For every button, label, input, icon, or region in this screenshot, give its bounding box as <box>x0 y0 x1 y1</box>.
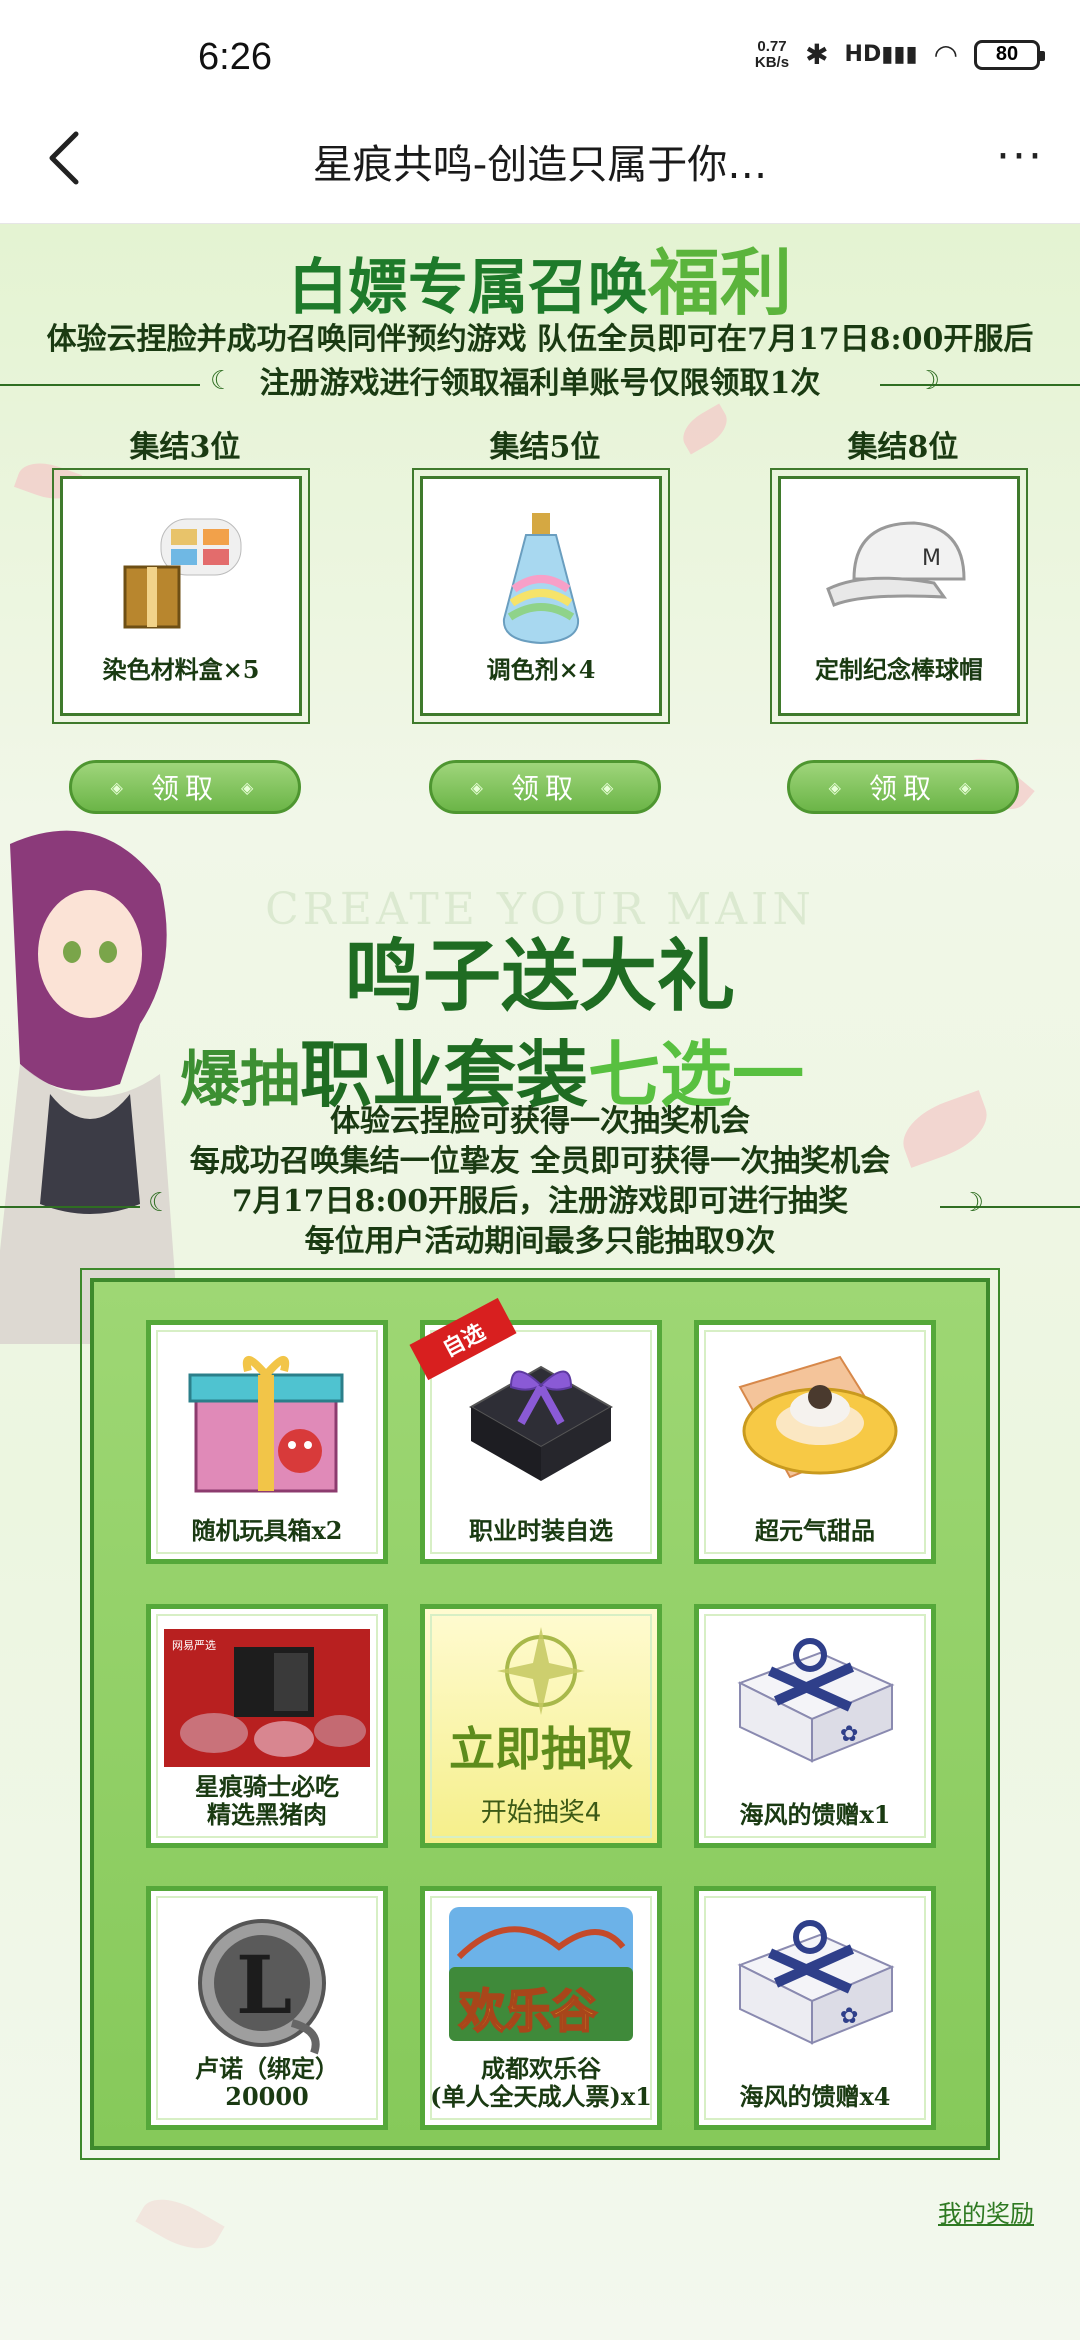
dye-bottle-icon <box>502 513 580 645</box>
moon-icon: ☾ <box>148 1188 172 1218</box>
svg-text:M: M <box>922 546 941 571</box>
wifi-icon: ◠ <box>933 38 958 71</box>
draw-now-button[interactable]: 立即抽取 开始抽奖4 <box>420 1604 662 1848</box>
activity-page: 白嫖专属召唤福利 体验云捏脸并成功召唤同伴预约游戏 队伍全员即可在7月17日8:… <box>0 224 1080 2340</box>
prize-label: 随机玩具箱x2 <box>191 1516 343 1545</box>
claim-button-tier-8[interactable]: ◈ 领取 ◈ <box>787 760 1019 814</box>
prize-label: 海风的馈赠x1 <box>739 1800 891 1829</box>
baseball-cap-icon: M <box>826 521 966 607</box>
diamond-icon: ◈ <box>470 777 489 797</box>
prize-cell: 超元气甜品 <box>694 1320 936 1564</box>
svg-text:✿: ✿ <box>840 1722 858 1747</box>
prize-cell: 欢乐谷 成都欢乐谷 (单人全天成人票)x1 <box>420 1886 662 2130</box>
claim-button-tier-3[interactable]: ◈ 领取 ◈ <box>69 760 301 814</box>
section2-title: 鸣子送大礼 <box>344 931 735 1022</box>
petal-decoration <box>135 2186 225 2262</box>
status-time: 6:26 <box>198 36 272 78</box>
diamond-icon: ◈ <box>601 777 620 797</box>
tier-card: 染色材料盒×5 <box>52 468 310 724</box>
svg-text:欢乐谷: 欢乐谷 <box>458 1984 597 2038</box>
star-emblem-icon <box>497 1627 585 1715</box>
section1-desc: 体验云捏脸并成功召唤同伴预约游戏 队伍全员即可在7月17日8:00开服后 <box>46 322 1034 357</box>
prize-label: 超元气甜品 <box>755 1516 875 1545</box>
svg-text:L: L <box>236 1938 292 2032</box>
happy-valley-ticket-icon: 欢乐谷 <box>449 1907 633 2041</box>
prize-cell: 随机玩具箱x2 <box>146 1320 388 1564</box>
pork-gift-icon: 网易严选 <box>164 1629 370 1767</box>
prize-label: 卢诺（绑定） 20000 <box>195 2054 339 2111</box>
divider <box>0 1206 140 1208</box>
prize-cell: 自选 职业时装自选 <box>409 1297 662 1564</box>
prize-cell: 网易严选 星痕骑士必吃 精选黑猪肉 <box>146 1604 388 1848</box>
prize-label: 职业时装自选 <box>469 1516 613 1545</box>
tier-8: 集结8位 M 定制纪念棒球帽 ◈ 领取 ◈ <box>770 422 1028 814</box>
section2-desc: 体验云捏脸可获得一次抽奖机会 每成功召唤集结一位挚友 全员即可获得一次抽奖机会 … <box>189 1104 891 1259</box>
tier-card: M 定制纪念棒球帽 <box>770 468 1028 724</box>
svg-text:✿: ✿ <box>840 2004 858 2029</box>
diamond-icon: ◈ <box>241 777 260 797</box>
section1-title: 白嫖专属召唤福利 <box>287 240 792 325</box>
prize-label: 成都欢乐谷 (单人全天成人票)x1 <box>430 2054 652 2111</box>
tier-3: 集结3位 染色材料盒×5 ◈ 领取 ◈ <box>52 422 310 814</box>
petal-decoration <box>675 403 735 455</box>
status-bar: 6:26 0.77 KB/s ✱ HD▮▮▮ ◠ 80 <box>0 0 1080 92</box>
prize-cell: L 卢诺（绑定） 20000 <box>146 1886 388 2130</box>
dye-box-icon <box>123 518 242 629</box>
bluetooth-icon: ✱ <box>805 38 829 71</box>
draw-now-label: 立即抽取 <box>449 1722 633 1776</box>
prize-label: 海风的馈赠x4 <box>739 2082 891 2111</box>
prize-grid: 随机玩具箱x2 自选 职业时装自选 超元气甜品 网易严选 星痕骑士必吃 精选黑猪… <box>80 1268 1000 2160</box>
prize-label: 星痕骑士必吃 精选黑猪肉 <box>195 1772 339 1829</box>
costume-box-icon <box>468 1365 614 1481</box>
gift-box-icon <box>188 1356 344 1493</box>
section1-desc2: 注册游戏进行领取福利单账号仅限领取1次 <box>259 366 821 401</box>
diamond-icon: ◈ <box>828 777 847 797</box>
diamond-icon: ◈ <box>959 777 978 797</box>
my-rewards-link[interactable]: 我的奖励 <box>938 2194 1034 2229</box>
prize-cell: ✿ 海风的馈赠x1 <box>694 1604 936 1848</box>
sea-breeze-gift-icon: ✿ <box>737 1920 895 2045</box>
moon-icon: ☽ <box>960 1188 984 1218</box>
page-title: 星痕共鸣-创造只属于你… <box>312 142 768 188</box>
lunuo-coin-icon: L <box>198 1919 326 2055</box>
tier-5: 集结5位 调色剂×4 ◈ 领取 ◈ <box>412 422 670 814</box>
prize-cell: ✿ 海风的馈赠x4 <box>694 1886 936 2130</box>
sea-breeze-gift-icon: ✿ <box>737 1638 895 1763</box>
diamond-icon: ◈ <box>110 777 129 797</box>
battery-icon: 80 <box>974 39 1045 70</box>
claim-button-tier-5[interactable]: ◈ 领取 ◈ <box>429 760 661 814</box>
signal-icon: HD▮▮▮ <box>844 42 918 67</box>
nav-bar: 星痕共鸣-创造只属于你… ··· <box>0 92 1080 224</box>
dessert-icon <box>738 1355 898 1479</box>
draw-count-label: 开始抽奖4 <box>480 1798 602 1828</box>
svg-text:网易严选: 网易严选 <box>172 1639 216 1652</box>
more-menu-button[interactable]: ··· <box>996 135 1044 179</box>
net-speed: 0.77 KB/s <box>754 37 790 71</box>
tier-card: 调色剂×4 <box>412 468 670 724</box>
